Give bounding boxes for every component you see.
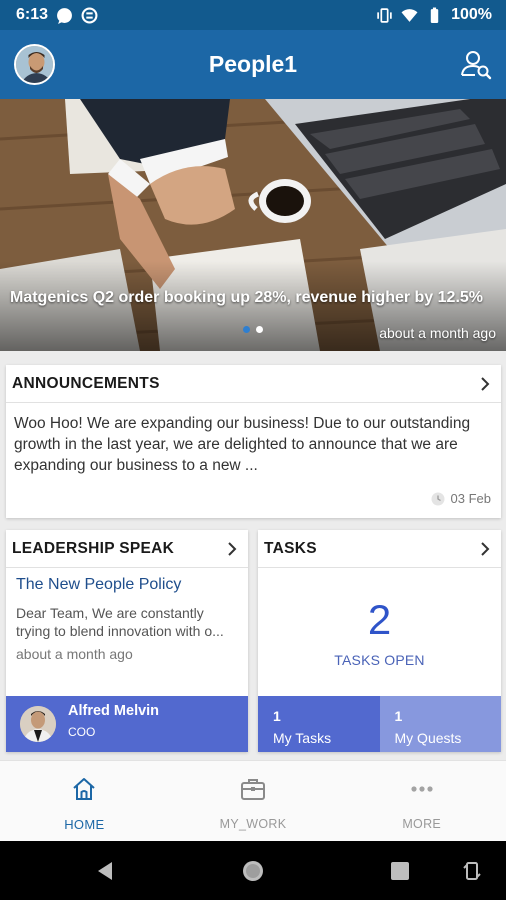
home-circle-icon[interactable] [241, 859, 265, 883]
tasks-open-count: 2 [367, 596, 392, 643]
leadership-excerpt: Dear Team, We are constantly trying to b… [16, 605, 224, 639]
leadership-card[interactable]: LEADERSHIP SPEAK The New People Policy D… [6, 530, 248, 752]
battery-icon [430, 7, 439, 23]
status-bar: 6:13 100% [0, 0, 506, 30]
carousel-dot-2[interactable] [256, 326, 263, 333]
hero-headline[interactable]: Matgenics Q2 order booking up 28%, reven… [10, 289, 500, 307]
nav-home-label: HOME [64, 817, 105, 832]
announcements-title: ANNOUNCEMENTS [12, 374, 160, 392]
announcement-date-text: 03 Feb [450, 491, 491, 506]
wifi-icon [401, 8, 418, 22]
app-title: People1 [208, 51, 298, 77]
leadership-header[interactable]: LEADERSHIP SPEAK [6, 530, 248, 568]
tasks-header[interactable]: TASKS [258, 530, 501, 568]
sync-icon [81, 7, 98, 23]
my-quests-count: 1 [394, 708, 403, 724]
news-carousel[interactable]: Matgenics Q2 order booking up 28%, reven… [0, 99, 506, 351]
tasks-footer: 1 My Tasks 1 My Quests [258, 696, 501, 752]
chevron-right-icon[interactable] [224, 541, 240, 557]
home-icon [73, 778, 95, 800]
chevron-right-icon[interactable] [477, 541, 493, 557]
author-role: COO [68, 725, 96, 739]
vibrate-icon [377, 7, 392, 23]
announcements-card[interactable]: ANNOUNCEMENTS Woo Hoo! We are expanding … [6, 365, 501, 518]
tasks-card[interactable]: TASKS 2 TASKS OPEN 1 My Tasks 1 My Quest… [258, 530, 501, 752]
my-tasks-label: My Tasks [273, 730, 332, 746]
recents-icon[interactable] [390, 861, 410, 881]
notification-bubble-icon [57, 7, 72, 24]
bottom-navigation: HOME MY_WORK MORE [0, 760, 506, 841]
tasks-title: TASKS [264, 539, 317, 557]
tasks-open-label: TASKS OPEN [334, 652, 425, 668]
battery-percent: 100% [451, 6, 492, 23]
more-dots-icon [411, 786, 433, 792]
announcement-date: 03 Feb [431, 491, 491, 506]
carousel-dots [243, 326, 263, 333]
nav-my-work[interactable]: MY_WORK [169, 761, 338, 841]
nav-more[interactable]: MORE [337, 761, 506, 841]
announcements-header[interactable]: ANNOUNCEMENTS [6, 365, 501, 403]
profile-avatar[interactable] [14, 44, 55, 85]
author-name: Alfred Melvin [68, 703, 160, 719]
leadership-author[interactable]: Alfred Melvin COO [6, 696, 248, 752]
author-avatar [20, 706, 56, 742]
leadership-title: LEADERSHIP SPEAK [12, 539, 175, 557]
user-search-icon[interactable] [460, 48, 492, 80]
my-quests-button[interactable]: 1 My Quests [379, 696, 501, 752]
status-time: 6:13 [16, 6, 49, 23]
leadership-post-title[interactable]: The New People Policy [6, 568, 248, 594]
briefcase-icon [241, 779, 265, 800]
back-icon[interactable] [95, 861, 115, 881]
system-navigation-bar [0, 841, 506, 900]
nav-my-work-label: MY_WORK [219, 817, 287, 831]
carousel-dot-1[interactable] [243, 326, 250, 333]
rotate-icon[interactable] [463, 860, 481, 882]
clock-icon [431, 492, 445, 505]
my-tasks-count: 1 [273, 708, 281, 724]
announcement-body: Woo Hoo! We are expanding our business! … [14, 415, 471, 474]
hero-time: about a month ago [379, 325, 496, 341]
nav-more-label: MORE [402, 817, 442, 831]
nav-home[interactable]: HOME [0, 761, 169, 841]
my-quests-label: My Quests [394, 730, 462, 746]
app-bar: People1 [0, 30, 506, 99]
leadership-time: about a month ago [16, 646, 133, 662]
my-tasks-button[interactable]: 1 My Tasks [258, 696, 380, 752]
chevron-right-icon[interactable] [477, 376, 493, 392]
